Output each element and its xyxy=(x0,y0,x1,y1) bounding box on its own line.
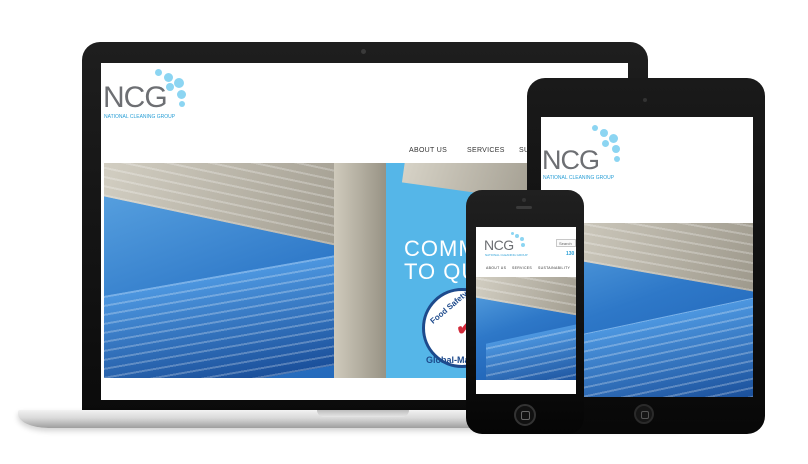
phone-screen: NCG NATIONAL CLEANING GROUP Search 130 A… xyxy=(476,227,576,394)
bubble-icon xyxy=(515,234,519,238)
tower-edge xyxy=(334,163,394,378)
phone-number[interactable]: 130 xyxy=(566,251,574,257)
bubble-icon xyxy=(612,145,620,153)
search-input[interactable]: Search xyxy=(556,239,576,247)
logo-text: NCG xyxy=(484,237,514,253)
bubble-icon xyxy=(521,243,525,247)
bubble-icon xyxy=(614,156,620,162)
logo-tagline: NATIONAL CLEANING GROUP xyxy=(543,175,615,181)
laptop-notch xyxy=(317,410,409,417)
bubble-icon xyxy=(174,78,184,88)
home-button-icon[interactable] xyxy=(634,404,654,424)
bubble-icon xyxy=(155,69,162,76)
bubble-icon xyxy=(179,101,185,107)
logo-text: NCG xyxy=(542,145,600,175)
bubble-icon xyxy=(164,73,173,82)
bubble-icon xyxy=(520,237,524,241)
logo-tagline: NATIONAL CLEANING GROUP xyxy=(104,114,176,120)
logo-text: NCG xyxy=(103,81,168,114)
nav-services[interactable]: SERVICES xyxy=(467,147,505,154)
bubble-icon xyxy=(602,140,609,147)
bubble-icon xyxy=(600,129,608,137)
speaker-grille xyxy=(516,206,532,209)
camera-dot-icon xyxy=(643,98,647,102)
home-button-icon[interactable] xyxy=(514,404,536,426)
bubble-icon xyxy=(592,125,598,131)
bubble-icon xyxy=(609,134,618,143)
logo-tagline: NATIONAL CLEANING GROUP xyxy=(485,253,528,257)
bubble-icon xyxy=(177,90,186,99)
bubble-icon xyxy=(166,83,174,91)
camera-dot-icon xyxy=(361,49,366,54)
nav-services[interactable]: SERVICES xyxy=(512,266,532,270)
nav-sustainability[interactable]: SUSTAINABILITY xyxy=(538,266,570,270)
bubble-icon xyxy=(511,232,514,235)
nav-about-us[interactable]: ABOUT US xyxy=(486,266,506,270)
nav-about-us[interactable]: ABOUT US xyxy=(409,147,447,154)
phone-hero xyxy=(476,277,576,380)
camera-dot-icon xyxy=(522,198,526,202)
